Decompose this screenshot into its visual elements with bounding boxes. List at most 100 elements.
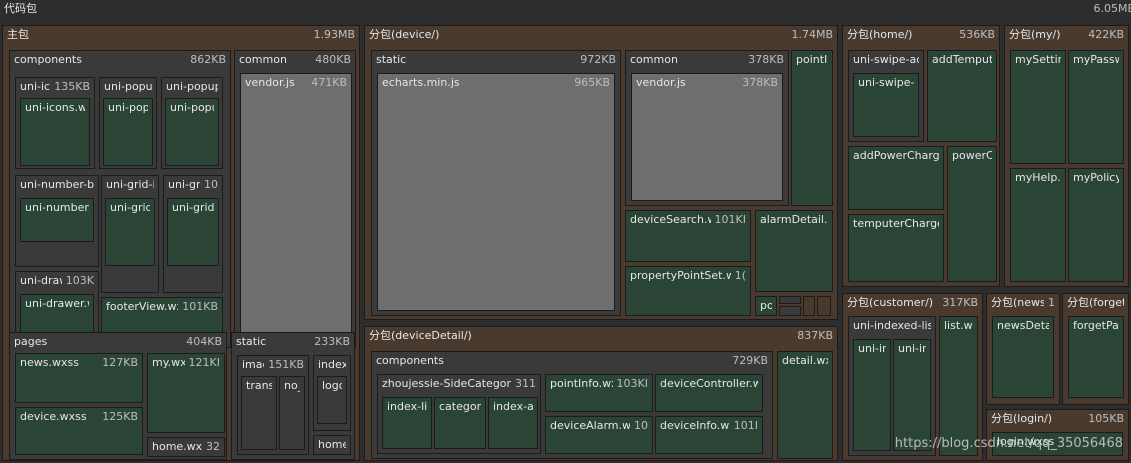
indexed-list-a-label: uni-in — [858, 342, 886, 355]
category-file[interactable]: category — [434, 397, 486, 449]
device-search-file[interactable]: deviceSearch.wxss 101KI — [625, 210, 751, 262]
property-point-set-file[interactable]: propertyPointSet.wxss 1( — [625, 266, 751, 316]
static-home-header: home. — [314, 436, 350, 454]
device-tiny-2[interactable] — [779, 306, 801, 316]
uni-grid-size: 10 — [204, 178, 218, 191]
news-wxss-file[interactable]: news.wxss 127KB — [15, 353, 143, 403]
indexed-list-b[interactable]: uni-in — [893, 339, 931, 451]
swipe-action-file-label: uni-swipe-a — [858, 76, 914, 89]
static-images-folder[interactable]: images 151KB transit no_ — [237, 355, 309, 455]
indexed-list-a[interactable]: uni-in — [853, 339, 891, 451]
static-transit-folder[interactable]: transit — [241, 376, 277, 450]
device-info-header: deviceInfo.wxss 101I — [656, 417, 762, 435]
device-info-file[interactable]: deviceInfo.wxss 101I — [655, 416, 763, 454]
swipe-action-file[interactable]: uni-swipe-a — [853, 73, 919, 137]
device-vendor-file[interactable]: vendor.js 378KB — [631, 73, 783, 201]
list-wxss-file[interactable]: list.wxs — [939, 316, 978, 456]
pkg-forget[interactable]: 分包(forgetF forgetPass — [1062, 293, 1129, 405]
point-info-file[interactable]: pointInfo.wxss 103KI — [545, 374, 653, 412]
uni-number-box-label: uni-number-bo — [20, 178, 94, 191]
pkg-login[interactable]: 分包(login/) 105KB login.wxss — [986, 409, 1129, 461]
echarts-file[interactable]: echarts.min.js 965KB — [377, 73, 615, 311]
device-controller-file[interactable]: deviceController.wx — [655, 374, 763, 412]
swipe-action-folder[interactable]: uni-swipe-act uni-swipe-a — [848, 50, 924, 142]
index-anchor-file[interactable]: index-ar — [488, 397, 538, 449]
side-category-folder[interactable]: zhoujessie-SideCategoryList 311 index-li… — [377, 374, 541, 454]
my-password-file[interactable]: myPasswo — [1068, 50, 1124, 164]
indexed-list-folder[interactable]: uni-indexed-list uni-in uni-in — [848, 316, 936, 456]
pkg-my[interactable]: 分包(my/) 422KB mySetting myPasswo myHelp.… — [1004, 25, 1129, 287]
pkg-device-detail[interactable]: 分包(deviceDetail/) 837KB components 729KB… — [364, 326, 838, 461]
uni-grid-folder[interactable]: uni-grid 10 uni-grid. — [163, 175, 223, 293]
device-alarm-size: 10 — [634, 419, 648, 432]
uni-popup-2-folder[interactable]: uni-popup uni-popu — [161, 77, 223, 169]
pkg-login-label: 分包(login/) — [991, 412, 1053, 425]
main-components[interactable]: components 862KB uni-icons 135KB uni-ico… — [9, 50, 231, 348]
main-static[interactable]: static 233KB images 151KB transit no_ in… — [231, 332, 355, 460]
main-common[interactable]: common 480KB vendor.js 471KB — [234, 50, 356, 348]
main-vendor-file[interactable]: vendor.js 471KB — [240, 73, 352, 343]
pkg-device[interactable]: 分包(device/) 1.74MB static 972KB echarts.… — [364, 25, 838, 320]
uni-number-box-file-header: uni-number- — [21, 199, 93, 217]
forget-pass-file[interactable]: forgetPass — [1068, 316, 1124, 398]
uni-grid-item-file[interactable]: uni-grid- — [105, 198, 155, 266]
my-setting-file[interactable]: mySetting — [1010, 50, 1066, 164]
my-wxss-size: 121KI — [188, 356, 220, 369]
news-detail-file[interactable]: newsDetail — [992, 316, 1054, 398]
uni-number-box-file-label: uni-number- — [25, 201, 89, 214]
device-search-header: deviceSearch.wxss 101KI — [626, 211, 750, 229]
uni-grid-file[interactable]: uni-grid. — [167, 198, 219, 266]
device-tiny-1[interactable] — [779, 296, 801, 304]
device-wxss-file[interactable]: device.wxss 125KB — [15, 407, 143, 455]
my-policy-file[interactable]: myPolicy.v — [1068, 168, 1124, 282]
footer-view-label: footerView.wxss — [106, 300, 178, 313]
uni-popup-file[interactable]: uni-popu — [103, 98, 153, 166]
uni-icons-file[interactable]: uni-icons.wxs — [20, 98, 90, 166]
device-common[interactable]: common 378KB vendor.js 378KB — [625, 50, 789, 206]
alarm-detail-file[interactable]: alarmDetail.wx — [755, 210, 833, 292]
root-header[interactable]: 代码包 6.05MB — [0, 0, 1131, 18]
uni-icons-folder[interactable]: uni-icons 135KB uni-icons.wxs — [15, 77, 95, 169]
static-no-header: no_ — [280, 377, 304, 395]
uni-popup-folder[interactable]: uni-popup uni-popu — [99, 77, 157, 169]
device-tiny-3[interactable] — [803, 296, 815, 316]
detail-components[interactable]: components 729KB zhoujessie-SideCategory… — [371, 351, 773, 459]
pkg-forget-label: 分包(forgetF — [1067, 296, 1124, 309]
device-wxss-size: 125KB — [102, 410, 138, 423]
uni-grid-label: uni-grid — [168, 178, 200, 191]
main-pages[interactable]: pages 404KB news.wxss 127KB my.wxss 121K… — [9, 332, 227, 460]
uni-popup-label: uni-popup — [104, 80, 152, 93]
uni-number-box-file[interactable]: uni-number- — [20, 198, 94, 242]
static-index-folder[interactable]: index logo — [313, 355, 351, 431]
device-static-label: static — [376, 53, 407, 66]
tempute-charge-file[interactable]: temputerCharge.w — [848, 214, 944, 282]
home-wxml-file[interactable]: home.wxml 32 — [147, 437, 225, 457]
static-home-file[interactable]: home. — [313, 435, 351, 455]
add-power-charge-file[interactable]: addPowerCharge.v — [848, 146, 944, 210]
indexed-list-b-header: uni-in — [894, 340, 930, 358]
poi-file[interactable]: poi — [755, 296, 777, 316]
static-no-folder[interactable]: no_ — [279, 376, 305, 450]
pkg-news[interactable]: 分包(news/) 1 newsDetail — [986, 293, 1060, 405]
uni-grid-item-folder[interactable]: uni-grid-ite uni-grid- — [101, 175, 159, 293]
device-static[interactable]: static 972KB echarts.min.js 965KB — [371, 50, 621, 316]
my-help-file[interactable]: myHelp.wx — [1010, 168, 1066, 282]
detail-wxss-file[interactable]: detail.wxss — [777, 351, 833, 459]
my-policy-label: myPolicy.v — [1073, 171, 1119, 184]
uni-number-box-folder[interactable]: uni-number-bo uni-number- — [15, 175, 99, 267]
power-ch-file[interactable]: powerCl — [947, 146, 997, 282]
my-wxss-file[interactable]: my.wxss 121KI — [147, 353, 225, 433]
device-tiny-4[interactable] — [817, 296, 831, 316]
pointin-folder[interactable]: pointIn — [791, 50, 833, 206]
pkg-main[interactable]: 主包 1.93MB components 862KB uni-icons 135… — [2, 25, 360, 461]
index-list-file[interactable]: index-lis — [382, 397, 432, 449]
uni-icons-label: uni-icons — [20, 80, 51, 93]
add-tempute-file[interactable]: addTempute — [927, 50, 997, 142]
pkg-home[interactable]: 分包(home/) 536KB uni-swipe-act uni-swipe-… — [842, 25, 1000, 287]
add-power-charge-header: addPowerCharge.v — [849, 147, 943, 165]
static-logo-file[interactable]: logo — [317, 376, 347, 424]
main-components-size: 862KB — [190, 53, 226, 66]
device-alarm-file[interactable]: deviceAlarm.wxss 10 — [545, 416, 653, 454]
my-setting-header: mySetting — [1011, 51, 1065, 69]
uni-popup-2-file[interactable]: uni-popu — [165, 98, 219, 166]
